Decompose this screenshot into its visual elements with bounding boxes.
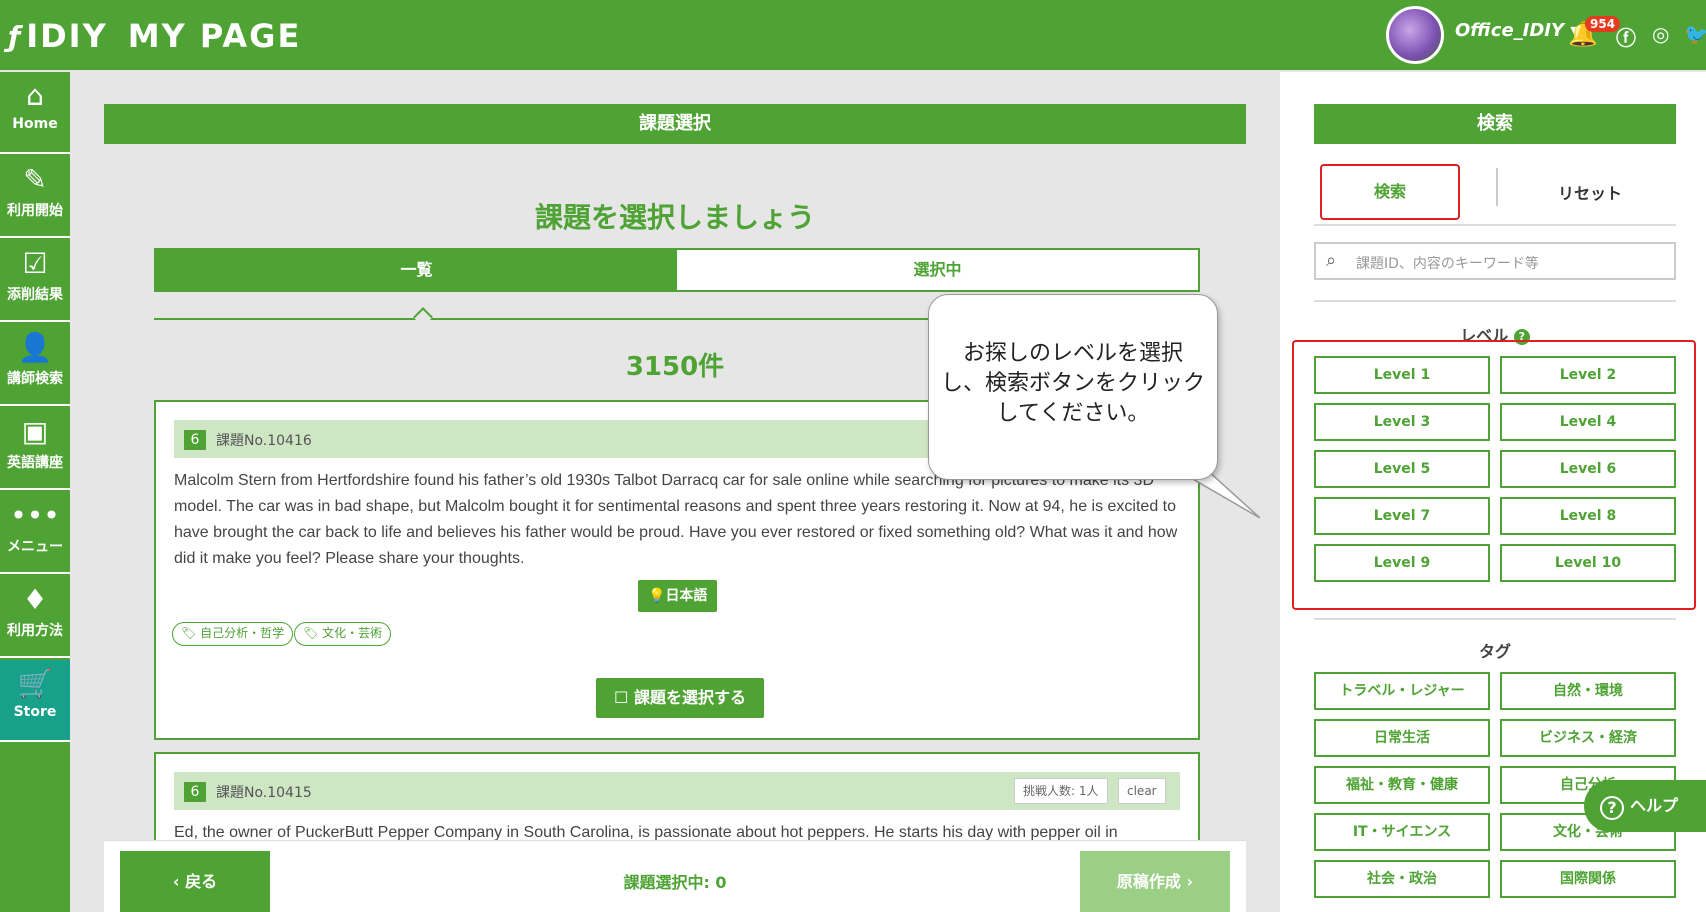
task-number: 課題No.10416 (216, 433, 312, 449)
top-bar: ƒ IDIY MY PAGE Office_IDIY ▾ 🔔 954 ⓕ ◎ 🐦 (0, 0, 1706, 70)
beginner-icon: ♦ (22, 583, 48, 616)
feather-icon: ƒ (8, 19, 23, 53)
tag-filter-button[interactable]: IT・サイエンス (1314, 813, 1490, 851)
sidebar-item-english-course[interactable]: ▣ 英語講座 (0, 408, 70, 490)
instagram-icon[interactable]: ◎ (1652, 22, 1669, 46)
tag-filter-button[interactable]: 福祉・教育・健康 (1314, 766, 1490, 804)
tab-bar: 一覧 選択中 (154, 248, 1200, 292)
sidebar-item-menu[interactable]: ••• メニュー (0, 492, 70, 574)
level-4-button[interactable]: Level 4 (1500, 403, 1676, 441)
task-selection-panel: 課題選択 課題を選択しましょう 一覧 選択中 3150件 6 課題No.1041… (104, 104, 1246, 912)
panel-header: 課題選択 (104, 104, 1246, 144)
tag-filter-button[interactable]: 日常生活 (1314, 719, 1490, 757)
level-5-button[interactable]: Level 5 (1314, 450, 1490, 488)
search-panel-header: 検索 (1314, 104, 1676, 144)
brand-idiy: IDIY (26, 17, 108, 55)
search-button[interactable]: 検索 (1320, 164, 1460, 220)
challenger-count: 挑戦人数: 1人 (1014, 778, 1108, 804)
task-description: Malcolm Stern from Hertfordshire found h… (174, 472, 1178, 567)
clear-status: clear (1118, 778, 1166, 804)
level-1-button[interactable]: Level 1 (1314, 356, 1490, 394)
pencil-icon: ✎ (23, 163, 47, 196)
notification-badge: 954 (1585, 16, 1621, 32)
japanese-translation-button[interactable]: 💡日本語 (638, 580, 718, 612)
divider (1314, 224, 1676, 226)
sidebar: ⌂ Home ✎ 利用開始 ☑ 添削結果 👤 講師検索 ▣ 英語講座 ••• メ… (0, 72, 70, 912)
divider (1314, 300, 1676, 302)
person-icon: 👤 (17, 331, 53, 364)
brand-logo[interactable]: ƒ IDIY MY PAGE (8, 14, 301, 58)
sidebar-item-results[interactable]: ☑ 添削結果 (0, 240, 70, 322)
twitter-icon[interactable]: 🐦 (1684, 22, 1706, 46)
level-6-button[interactable]: Level 6 (1500, 450, 1676, 488)
user-menu[interactable]: Office_IDIY ▾ (1455, 20, 1579, 41)
tag-filter-button[interactable]: 国際関係 (1500, 860, 1676, 898)
task-card-header: 6 課題No.10415 挑戦人数: 1人 clear (174, 772, 1180, 810)
brand-mypage: MY PAGE (127, 17, 302, 55)
divider (1314, 618, 1676, 620)
level-7-button[interactable]: Level 7 (1314, 497, 1490, 535)
tag-filter-button[interactable]: ビジネス・経済 (1500, 719, 1676, 757)
page-title: 課題を選択しましょう (534, 201, 815, 234)
tag-chip[interactable]: 🏷 文化・芸術 (294, 622, 392, 646)
reset-button[interactable]: リセット (1520, 180, 1660, 204)
sidebar-item-start[interactable]: ✎ 利用開始 (0, 156, 70, 238)
selected-count: 課題選択中: 0 (623, 873, 727, 892)
home-icon: ⌂ (26, 79, 44, 112)
search-icon: ⌕ (1326, 250, 1337, 271)
tag-filter-button[interactable]: 自然・環境 (1500, 672, 1676, 710)
divider (1496, 168, 1498, 206)
chevron-right-icon: › (1186, 872, 1194, 891)
select-task-button[interactable]: ☐ 課題を選択する (596, 678, 764, 718)
lightbulb-icon: 💡 (648, 588, 666, 604)
tab-list[interactable]: 一覧 (156, 250, 677, 290)
tag-filter-button[interactable]: 社会・政治 (1314, 860, 1490, 898)
task-number: 課題No.10415 (216, 785, 312, 801)
cart-icon: 🛒 (17, 667, 53, 700)
action-bar: ‹ 戻る 課題選択中: 0 原稿作成 › (104, 840, 1246, 912)
level-2-button[interactable]: Level 2 (1500, 356, 1676, 394)
tab-caret-icon (413, 307, 433, 327)
tab-selected[interactable]: 選択中 (677, 250, 1198, 290)
tag-icon: 🏷 (181, 626, 197, 640)
instruction-callout: お探しのレベルを選択 し、検索ボタンをクリック してください。 (928, 294, 1218, 480)
tag-filter-button[interactable]: トラベル・レジャー (1314, 672, 1490, 710)
level-3-button[interactable]: Level 3 (1314, 403, 1490, 441)
keyword-search-input[interactable]: ⌕ 課題ID、内容のキーワード等 (1314, 242, 1676, 280)
level-badge: 6 (184, 782, 206, 802)
more-icon: ••• (10, 499, 60, 532)
sidebar-item-how-to-use[interactable]: ♦ 利用方法 (0, 576, 70, 658)
sidebar-item-teacher-search[interactable]: 👤 講師検索 (0, 324, 70, 406)
checkbox-icon: ☑ (22, 247, 48, 280)
level-10-button[interactable]: Level 10 (1500, 544, 1676, 582)
facebook-icon[interactable]: ⓕ (1616, 22, 1636, 51)
sidebar-item-home[interactable]: ⌂ Home (0, 72, 70, 154)
level-9-button[interactable]: Level 9 (1314, 544, 1490, 582)
keyword-placeholder: 課題ID、内容のキーワード等 (1356, 256, 1539, 272)
tag-chip[interactable]: 🏷 自己分析・哲学 (172, 622, 294, 646)
tag-icon: 🏷 (303, 626, 319, 640)
help-button[interactable]: ? ヘルプ (1584, 780, 1706, 832)
create-draft-button[interactable]: 原稿作成 › (1080, 851, 1230, 912)
checkbox-outline-icon: ☐ (614, 688, 629, 707)
avatar[interactable] (1386, 6, 1444, 64)
level-8-button[interactable]: Level 8 (1500, 497, 1676, 535)
tag-label: タグ (1478, 642, 1511, 661)
sidebar-item-store[interactable]: 🛒 Store (0, 660, 70, 742)
video-icon: ▣ (21, 415, 49, 448)
level-badge: 6 (184, 430, 206, 450)
question-icon: ? (1600, 796, 1624, 820)
